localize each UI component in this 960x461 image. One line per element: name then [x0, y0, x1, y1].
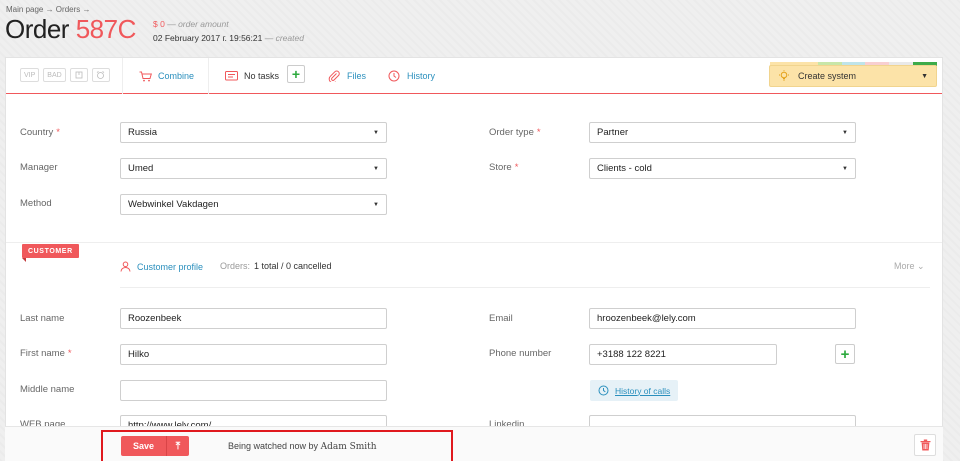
middle-name-input[interactable] — [120, 380, 387, 401]
last-name-input[interactable]: Roozenbeek — [120, 308, 387, 329]
files-button[interactable]: Files — [327, 70, 366, 82]
email-label: Email — [489, 313, 513, 324]
note-tag-icon[interactable] — [69, 68, 88, 82]
order-toolbar: VIP BAD Combine No tasks + Files History… — [6, 58, 942, 94]
combine-button[interactable]: Combine — [138, 70, 194, 82]
chevron-down-icon: ⌄ — [917, 261, 925, 271]
delete-order-button[interactable] — [914, 434, 936, 456]
trash-icon — [920, 439, 931, 451]
history-button[interactable]: History — [387, 70, 435, 82]
order-meta: $ 0 — order amount 02 February 2017 г. 1… — [153, 17, 304, 45]
chevron-down-icon: ▼ — [842, 165, 848, 172]
chevron-down-icon: ▼ — [921, 72, 928, 80]
order-type-select[interactable]: Partner ▼ — [589, 122, 856, 143]
user-icon — [120, 261, 131, 272]
files-label: Files — [347, 71, 367, 81]
orders-label: Orders: — [220, 261, 251, 271]
bottom-action-bar: Save ⤒ Being watched now by Adam Smith — [5, 426, 943, 461]
phone-input[interactable]: +3188 122 8221 — [589, 344, 777, 365]
tasks-button[interactable]: No tasks — [224, 70, 279, 82]
customer-tags: VIP BAD — [20, 68, 110, 82]
manager-label: Manager — [20, 162, 58, 173]
chevron-down-icon: ▼ — [373, 129, 379, 136]
first-name-input[interactable]: Hilko — [120, 344, 387, 365]
method-label: Method — [20, 198, 52, 209]
order-type-label: Order type * — [489, 127, 541, 138]
order-title-prefix: Order — [5, 14, 69, 44]
lightbulb-icon — [778, 70, 790, 82]
history-of-calls-button[interactable]: History of calls — [590, 380, 679, 401]
history-of-calls-label: History of calls — [615, 385, 671, 396]
order-created-note: — created — [264, 33, 304, 43]
section-divider — [120, 287, 930, 288]
tasks-icon — [224, 70, 238, 82]
toolbar-divider — [208, 58, 209, 94]
combine-label: Combine — [158, 71, 195, 81]
bad-tag[interactable]: BAD — [43, 68, 66, 82]
toolbar-divider — [122, 58, 123, 94]
save-and-exit-icon[interactable]: ⤒ — [167, 436, 189, 456]
customer-section-badge: CUSTOMER — [22, 244, 79, 262]
orders-value: 1 total / 0 cancelled — [254, 261, 332, 271]
customer-profile-label: Customer profile — [137, 261, 204, 272]
cart-icon — [138, 70, 152, 82]
order-card: VIP BAD Combine No tasks + Files History… — [5, 57, 943, 461]
save-label[interactable]: Save — [121, 436, 167, 456]
country-select[interactable]: Russia ▼ — [120, 122, 387, 143]
clock-icon — [598, 385, 609, 396]
order-created-date: 02 February 2017 г. 19:56:21 — [153, 33, 263, 43]
email-input[interactable]: hroozenbeek@lely.com — [589, 308, 856, 329]
store-label: Store * — [489, 162, 519, 173]
create-system-label: Create system — [798, 71, 857, 81]
clock-icon — [387, 70, 401, 82]
watching-text: Being watched now by — [228, 441, 319, 451]
more-toggle[interactable]: More ⌄ — [894, 261, 925, 272]
order-amount: $ 0 — [153, 19, 165, 29]
history-label: History — [407, 71, 436, 81]
method-select[interactable]: Webwinkel Vakdagen ▼ — [120, 194, 387, 215]
tasks-label: No tasks — [244, 71, 280, 81]
store-select[interactable]: Clients - cold ▼ — [589, 158, 856, 179]
phone-label: Phone number — [489, 348, 552, 359]
add-phone-button[interactable]: + — [835, 344, 855, 364]
watching-notice: Being watched now by Adam Smith — [228, 441, 377, 452]
alarm-tag-icon[interactable] — [91, 68, 110, 82]
manager-select[interactable]: Umed ▼ — [120, 158, 387, 179]
order-number: 587C — [75, 14, 137, 44]
save-button[interactable]: Save ⤒ — [121, 436, 189, 456]
chevron-down-icon: ▼ — [373, 201, 379, 208]
vip-tag[interactable]: VIP — [20, 68, 40, 82]
last-name-label: Last name — [20, 313, 65, 324]
add-task-button[interactable]: + — [287, 65, 305, 83]
customer-profile-link[interactable]: Customer profile — [120, 261, 203, 272]
chevron-down-icon: ▼ — [842, 129, 848, 136]
section-divider — [6, 242, 942, 243]
order-amount-note: — order amount — [167, 19, 229, 29]
middle-name-label: Middle name — [20, 384, 75, 395]
country-label: Country * — [20, 127, 60, 138]
customer-orders-summary: Orders: 1 total / 0 cancelled — [220, 261, 332, 271]
paperclip-icon — [327, 70, 341, 82]
page-title: Order 587C — [5, 14, 136, 45]
watching-user: Adam Smith — [320, 442, 377, 452]
create-system-dropdown[interactable]: Create system ▼ — [769, 65, 937, 87]
first-name-label: First name * — [20, 348, 72, 359]
breadcrumb[interactable]: Main page → Orders → — [6, 5, 90, 14]
chevron-down-icon: ▼ — [373, 165, 379, 172]
